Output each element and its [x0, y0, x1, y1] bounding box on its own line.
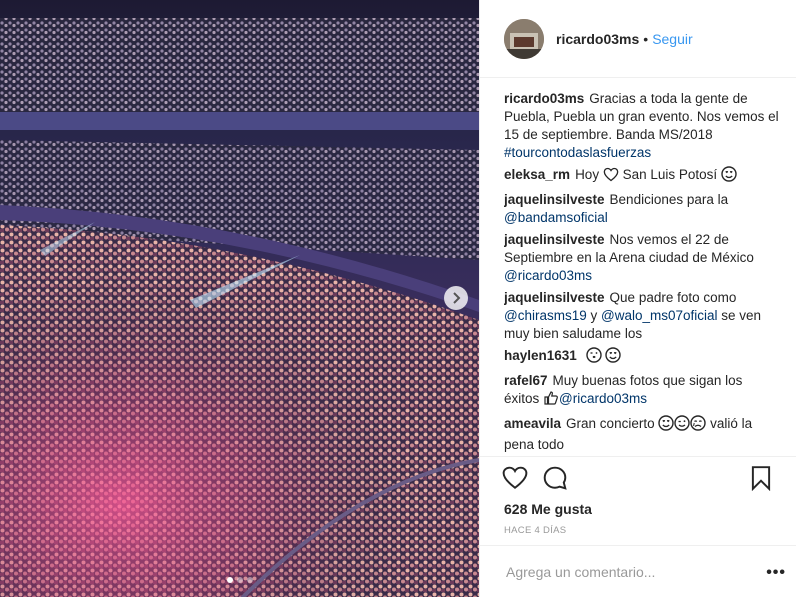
- post-date: HACE 4 DÍAS: [504, 525, 567, 536]
- separator-dot: •: [643, 30, 649, 47]
- list-item: ameavila Gran concierto valió la pena tod…: [504, 415, 779, 454]
- hashtag-link[interactable]: #tourcontodaslasfuerzas: [504, 145, 651, 160]
- comment-text: San Luis Potosí: [622, 167, 718, 182]
- bookmark-icon[interactable]: [748, 465, 774, 492]
- comment-input[interactable]: [504, 562, 748, 581]
- follow-button[interactable]: Seguir: [652, 31, 692, 47]
- comment-bubble-icon[interactable]: [542, 465, 568, 491]
- carousel-dot: [226, 577, 233, 583]
- post-actions-bar: 628 Me gusta HACE 4 DÍAS: [480, 456, 796, 536]
- list-item: jaquelinsilveste Nos vemos el 22 de Septi…: [504, 231, 779, 285]
- add-comment-bar: •••: [480, 545, 796, 597]
- heart-eyes-emoji-icon: [658, 415, 675, 436]
- caption: ricardo03ms Gracias a toda la gente de Pu…: [504, 90, 779, 162]
- heart-outline-emoji-icon: [603, 167, 619, 187]
- carousel-indicator: [0, 577, 479, 583]
- comment-username[interactable]: haylen1631: [504, 348, 577, 363]
- list-item: haylen1631: [504, 347, 779, 368]
- heart-icon[interactable]: [502, 465, 528, 491]
- comments-list: ricardo03ms Gracias a toda la gente de Pu…: [504, 78, 779, 456]
- kissing-face-emoji-icon: [585, 347, 602, 368]
- comment-username[interactable]: jaquelinsilveste: [504, 192, 605, 207]
- comment-username[interactable]: ameavila: [504, 416, 561, 431]
- mention-link[interactable]: @ricardo03ms: [504, 268, 592, 283]
- list-item: rafel67 Muy buenas fotos que sigan los éx…: [504, 372, 779, 411]
- comment-username[interactable]: jaquelinsilveste: [504, 290, 605, 305]
- caption-username[interactable]: ricardo03ms: [504, 91, 584, 106]
- chevron-right-icon: [451, 292, 461, 304]
- comment-username[interactable]: eleksa_rm: [504, 167, 570, 182]
- comment-username[interactable]: rafel67: [504, 373, 548, 388]
- heart-eyes-emoji-icon: [721, 166, 737, 187]
- arena-crowd-photo: [0, 0, 479, 597]
- carousel-dot: [246, 577, 253, 583]
- likes-count[interactable]: 628 Me gusta: [504, 501, 592, 517]
- post-sidebar: ricardo03ms • Seguir ricardo03ms Gracias …: [479, 0, 796, 597]
- comment-text: Gran concierto: [566, 416, 659, 431]
- winking-face-emoji-icon: [674, 415, 691, 436]
- carousel-dot: [236, 577, 243, 583]
- mention-link[interactable]: @walo_ms07oficial: [601, 308, 718, 323]
- carousel-next-button[interactable]: [444, 286, 468, 310]
- mention-link[interactable]: @ricardo03ms: [559, 391, 647, 406]
- mention-link[interactable]: @bandamsoficial: [504, 210, 608, 225]
- list-item: jaquelinsilveste Que padre foto como @chi…: [504, 289, 779, 343]
- comment-username[interactable]: jaquelinsilveste: [504, 232, 605, 247]
- heart-eyes-emoji-icon: [605, 347, 622, 368]
- instagram-post: ricardo03ms • Seguir ricardo03ms Gracias …: [0, 0, 796, 597]
- post-author-username[interactable]: ricardo03ms: [556, 31, 639, 47]
- mention-link[interactable]: @chirasms19: [504, 308, 587, 323]
- post-header: ricardo03ms • Seguir: [480, 0, 796, 78]
- comment-text: Que padre foto como: [609, 290, 737, 305]
- post-photo-concert-arena[interactable]: [0, 0, 479, 597]
- more-options-icon[interactable]: •••: [766, 564, 786, 582]
- list-item: eleksa_rm Hoy San Luis Potosí: [504, 166, 779, 187]
- avatar[interactable]: [504, 18, 544, 59]
- thumbs-up-emoji-icon: [543, 390, 559, 411]
- list-item: jaquelinsilveste Bendiciones para la @ban…: [504, 191, 779, 227]
- comment-text: Hoy: [575, 167, 600, 182]
- comment-text: Bendiciones para la: [609, 192, 729, 207]
- crying-face-emoji-icon: [690, 415, 707, 436]
- comment-text: y: [586, 308, 601, 323]
